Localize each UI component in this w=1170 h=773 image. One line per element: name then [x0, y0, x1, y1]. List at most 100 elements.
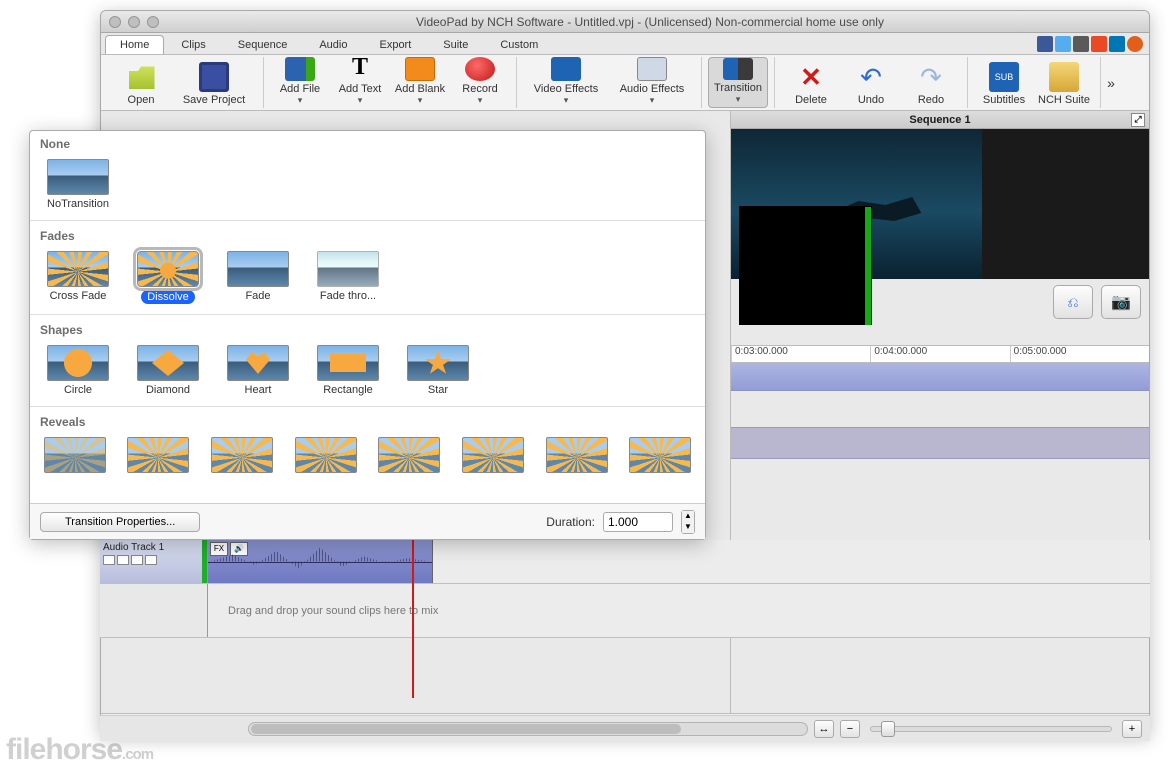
zoom-slider[interactable]: [870, 726, 1112, 732]
preview-controls: -42-36-30-24-18-12-60 ⎌ 📷: [731, 279, 1149, 325]
video-track-1[interactable]: [731, 363, 1149, 391]
playhead[interactable]: [412, 534, 414, 698]
audio-effects-button[interactable]: Audio Effects▾: [609, 57, 695, 108]
audio-track-2-header[interactable]: [100, 584, 208, 637]
twitter-icon[interactable]: [1055, 36, 1071, 52]
subtitles-button[interactable]: SUBSubtitles: [974, 57, 1034, 108]
text-plus-icon: T: [345, 53, 375, 81]
transition-item-dissolve[interactable]: Dissolve: [132, 251, 204, 304]
add-text-button[interactable]: TAdd Text▾: [330, 57, 390, 108]
track-level-icon: [202, 540, 207, 583]
transition-item-star[interactable]: Star: [402, 345, 474, 396]
transition-item-reveal-2[interactable]: [126, 437, 192, 476]
transition-item-reveal-7[interactable]: [544, 437, 610, 476]
audio-drop-area[interactable]: [433, 540, 1150, 583]
camera-icon: 📷: [1111, 292, 1131, 312]
video-track-2[interactable]: [731, 427, 1149, 459]
open-button[interactable]: Open: [111, 57, 171, 108]
zoom-icon[interactable]: [147, 16, 159, 28]
clip-fx-badge[interactable]: FX: [210, 542, 228, 556]
nch-suite-button[interactable]: NCH Suite: [1034, 57, 1094, 108]
close-icon[interactable]: [109, 16, 121, 28]
transition-item-reveal-1[interactable]: [42, 437, 108, 476]
audio-track-label: Audio Track 1: [103, 542, 164, 553]
help-icon[interactable]: [1127, 36, 1143, 52]
audio-tracks: Audio Track 1 FX🔊 Drag and drop your sou…: [100, 540, 1150, 638]
stepper-up-icon[interactable]: ▲: [682, 511, 694, 522]
duration-label: Duration:: [546, 515, 595, 529]
preview-title: Sequence 1: [909, 114, 970, 126]
undo-icon: ↶: [856, 62, 886, 92]
clip-speaker-icon[interactable]: 🔊: [230, 542, 248, 556]
section-reveals: Reveals: [30, 409, 705, 433]
toolbox-icon: [1049, 62, 1079, 92]
audio-clip[interactable]: FX🔊: [208, 540, 433, 583]
transition-item-notransition[interactable]: NoTransition: [42, 159, 114, 210]
record-button[interactable]: Record▾: [450, 57, 510, 108]
ribbon-toolbar: Open Save Project Add File▾ TAdd Text▾ A…: [101, 55, 1149, 111]
toolbar-overflow-button[interactable]: »: [1101, 57, 1121, 108]
add-file-button[interactable]: Add File▾: [270, 57, 330, 108]
tab-custom[interactable]: Custom: [485, 35, 553, 54]
transition-item-heart[interactable]: Heart: [222, 345, 294, 396]
timeline-ruler[interactable]: 0:03:00.000 0:04:00.000 0:05:00.000: [731, 345, 1149, 363]
solo-icon[interactable]: [117, 555, 129, 565]
tab-sequence[interactable]: Sequence: [223, 35, 303, 54]
transition-item-reveal-4[interactable]: [293, 437, 359, 476]
redo-button[interactable]: ↷Redo: [901, 57, 961, 108]
undo-button[interactable]: ↶Undo: [841, 57, 901, 108]
stepper-down-icon[interactable]: ▼: [682, 522, 694, 533]
linkedin-icon[interactable]: [1109, 36, 1125, 52]
audio-track-2-hint[interactable]: Drag and drop your sound clips here to m…: [208, 584, 1150, 637]
transition-item-reveal-6[interactable]: [460, 437, 526, 476]
transition-button[interactable]: Transition▾: [708, 57, 768, 108]
tab-suite[interactable]: Suite: [428, 35, 483, 54]
section-shapes: Shapes: [30, 317, 705, 341]
expand-preview-button[interactable]: ⤢: [1131, 113, 1145, 127]
floppy-disk-icon: [199, 62, 229, 92]
duration-input[interactable]: [603, 512, 673, 532]
transition-properties-button[interactable]: Transition Properties...: [40, 512, 200, 532]
transition-item-rectangle[interactable]: Rectangle: [312, 345, 384, 396]
audio-track-header[interactable]: Audio Track 1: [100, 540, 208, 583]
google-icon[interactable]: [1073, 36, 1089, 52]
window-title: VideoPad by NCH Software - Untitled.vpj …: [159, 15, 1141, 29]
lock-icon[interactable]: [131, 555, 143, 565]
titlebar: VideoPad by NCH Software - Untitled.vpj …: [101, 11, 1149, 33]
tab-audio[interactable]: Audio: [304, 35, 362, 54]
save-project-button[interactable]: Save Project: [171, 57, 257, 108]
tab-export[interactable]: Export: [364, 35, 426, 54]
video-fx-icon: [551, 57, 581, 81]
transition-item-circle[interactable]: Circle: [42, 345, 114, 396]
tab-home[interactable]: Home: [105, 35, 164, 54]
facebook-icon[interactable]: [1037, 36, 1053, 52]
ribbon-tabs: Home Clips Sequence Audio Export Suite C…: [101, 33, 1149, 55]
blank-plus-icon: [405, 57, 435, 81]
mute-icon[interactable]: [103, 555, 115, 565]
fit-button[interactable]: ↔: [814, 720, 834, 738]
delete-button[interactable]: ✕Delete: [781, 57, 841, 108]
tab-clips[interactable]: Clips: [166, 35, 220, 54]
split-icon: ⎌: [1067, 294, 1078, 311]
fx-icon[interactable]: [145, 555, 157, 565]
stumbleupon-icon[interactable]: [1091, 36, 1107, 52]
add-blank-button[interactable]: Add Blank▾: [390, 57, 450, 108]
timeline-scrollbar[interactable]: [248, 722, 808, 736]
traffic-lights[interactable]: [109, 16, 159, 28]
transition-item-reveal-8[interactable]: [627, 437, 693, 476]
zoom-in-button[interactable]: +: [1122, 720, 1142, 738]
zoom-out-button[interactable]: −: [840, 720, 860, 738]
split-clip-button[interactable]: ⎌: [1053, 285, 1093, 319]
transition-item-diamond[interactable]: Diamond: [132, 345, 204, 396]
timeline-zoom-bar: ↔ − +: [100, 715, 1150, 741]
snapshot-button[interactable]: 📷: [1101, 285, 1141, 319]
transition-item-fade[interactable]: Fade: [222, 251, 294, 304]
transition-item-crossfade[interactable]: Cross Fade: [42, 251, 114, 304]
folder-open-icon: [126, 62, 156, 92]
transition-item-reveal-5[interactable]: [377, 437, 443, 476]
minimize-icon[interactable]: [128, 16, 140, 28]
duration-stepper[interactable]: ▲▼: [681, 510, 695, 534]
transition-item-reveal-3[interactable]: [209, 437, 275, 476]
transition-item-fadethrough[interactable]: Fade thro...: [312, 251, 384, 304]
video-effects-button[interactable]: Video Effects▾: [523, 57, 609, 108]
